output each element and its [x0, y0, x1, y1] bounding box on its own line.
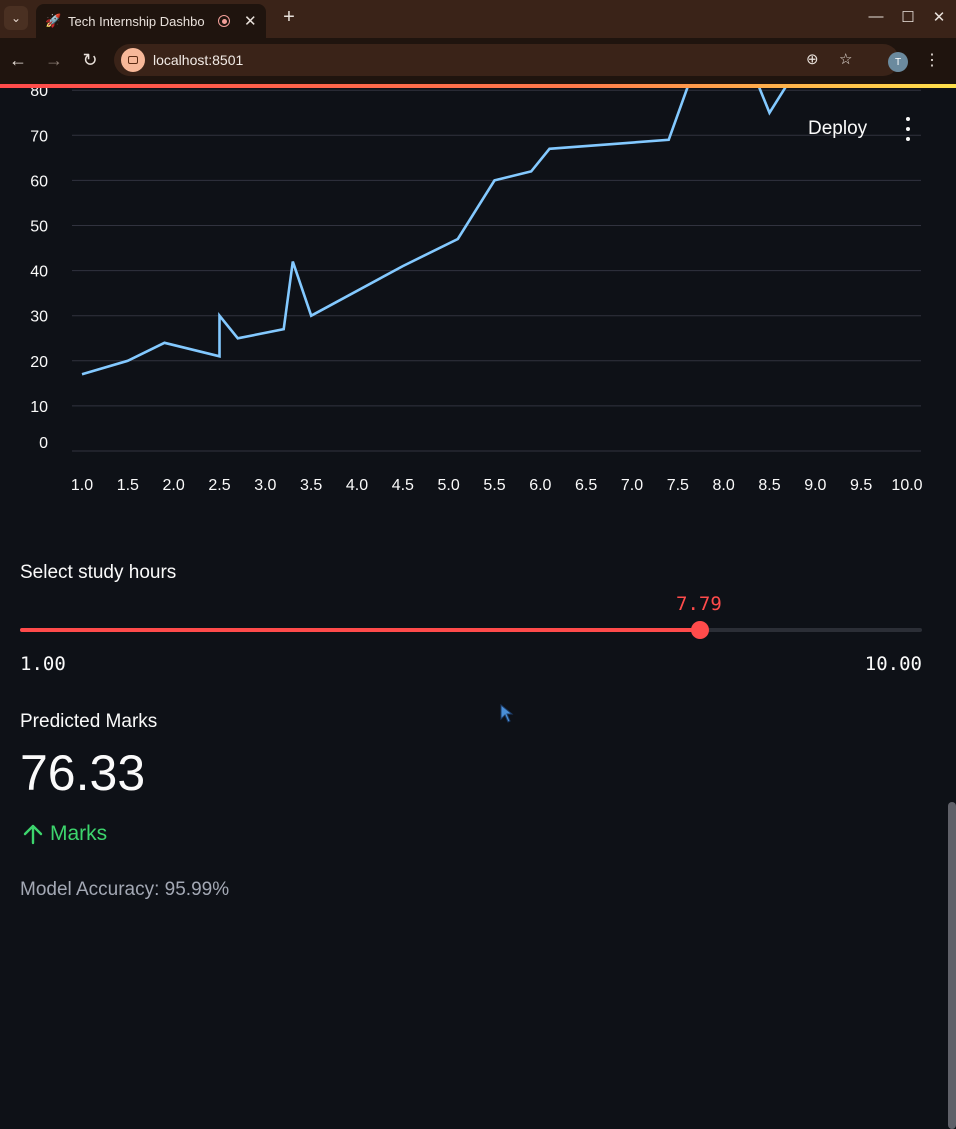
recording-indicator-icon: [218, 15, 230, 27]
forward-arrow-icon[interactable]: →: [44, 50, 64, 71]
new-tab-plus-icon[interactable]: +: [278, 6, 300, 29]
back-arrow-icon[interactable]: ←: [8, 50, 28, 71]
main-menu-icon[interactable]: [900, 117, 916, 141]
series-line: [81, 84, 790, 376]
browser-toolbar: ← → ↻ localhost:8501 ⊕ ☆ T ⋮: [0, 38, 956, 84]
x-tick-label: 8.5: [758, 477, 780, 494]
y-tick-label: 50: [30, 219, 48, 236]
y-tick-label: 20: [30, 354, 48, 371]
metric-delta: Marks: [22, 822, 107, 846]
y-tick-label: 0: [39, 435, 48, 452]
tab-title: Tech Internship Dashbo: [68, 13, 205, 29]
profile-avatar[interactable]: T: [888, 52, 908, 72]
metric-value: 76.33: [20, 745, 146, 801]
y-tick-label: 10: [30, 399, 48, 416]
metric-delta-text: Marks: [50, 822, 108, 845]
bookmark-star-icon[interactable]: ☆: [839, 50, 852, 68]
url-text: localhost:8501: [153, 52, 244, 68]
maximize-icon[interactable]: ☐: [898, 8, 918, 26]
slider-label: Select study hours: [20, 562, 177, 583]
rocket-icon: 🚀: [45, 13, 62, 28]
arrow-up-icon: [23, 824, 43, 845]
x-tick-label: 4.0: [346, 477, 368, 494]
x-tick-label: 6.0: [529, 477, 551, 494]
line-chart: 010203040506070801.0 1.5 2.0 2.5 3.0 3.5 4.0 4.…: [30, 84, 923, 494]
window-close-icon[interactable]: ✕: [929, 8, 949, 26]
x-tick-label: 9.5: [850, 477, 872, 494]
page-scrollbar[interactable]: [948, 802, 956, 1129]
browser-tab-strip: ⌄ 🚀 Tech Internship Dashbo ✕ + — ☐ ✕: [0, 0, 956, 38]
zoom-icon[interactable]: ⊕: [806, 50, 819, 68]
x-tick-label: 9.0: [804, 477, 826, 494]
x-tick-label: 8.0: [713, 477, 735, 494]
y-tick-label: 60: [30, 173, 48, 190]
browser-tab[interactable]: 🚀 Tech Internship Dashbo ✕: [36, 4, 266, 38]
slider-fill: [20, 628, 701, 632]
x-tick-label: 3.0: [254, 477, 276, 494]
header-decoration-bar: [0, 84, 956, 88]
x-tick-label: 3.5: [300, 477, 322, 494]
y-tick-label: 70: [30, 128, 48, 145]
tab-search-chevron-icon[interactable]: ⌄: [4, 6, 28, 30]
y-tick-label: 40: [30, 264, 48, 281]
x-tick-label: 5.5: [483, 477, 505, 494]
slider-thumb[interactable]: [691, 621, 710, 639]
x-tick-label: 10.0: [891, 477, 922, 494]
x-tick-label: 1.5: [117, 477, 139, 494]
x-tick-label: 2.0: [163, 477, 185, 494]
x-tick-label: 6.5: [575, 477, 597, 494]
study-hours-slider[interactable]: [20, 621, 922, 639]
y-tick-label: 30: [30, 309, 48, 326]
slider-min-label: 1.00: [20, 653, 66, 675]
camera-icon[interactable]: [121, 48, 145, 72]
x-tick-label: 1.0: [71, 477, 93, 494]
minimize-icon[interactable]: —: [866, 8, 886, 25]
x-tick-label: 2.5: [208, 477, 230, 494]
model-accuracy-text: Model Accuracy: 95.99%: [20, 879, 230, 900]
x-tick-label: 7.5: [667, 477, 689, 494]
browser-menu-icon[interactable]: ⋮: [924, 50, 940, 70]
deploy-button[interactable]: Deploy: [808, 118, 867, 140]
x-tick-label: 7.0: [621, 477, 643, 494]
mouse-cursor-icon: [500, 704, 514, 723]
x-tick-label: 4.5: [392, 477, 414, 494]
slider-max-label: 10.00: [864, 653, 922, 675]
close-icon[interactable]: ✕: [244, 12, 257, 30]
reload-icon[interactable]: ↻: [80, 50, 100, 71]
app-page: 0 10 20 30 40 50 60 70 80 1.0 1.5 2.0 2.5 3.0 3.5 4.0 4.…: [0, 84, 956, 1129]
address-bar[interactable]: localhost:8501 ⊕ ☆: [114, 44, 899, 76]
x-tick-label: 5.0: [438, 477, 460, 494]
slider-current-value: 7.79: [676, 593, 722, 615]
metric-label: Predicted Marks: [20, 711, 158, 732]
